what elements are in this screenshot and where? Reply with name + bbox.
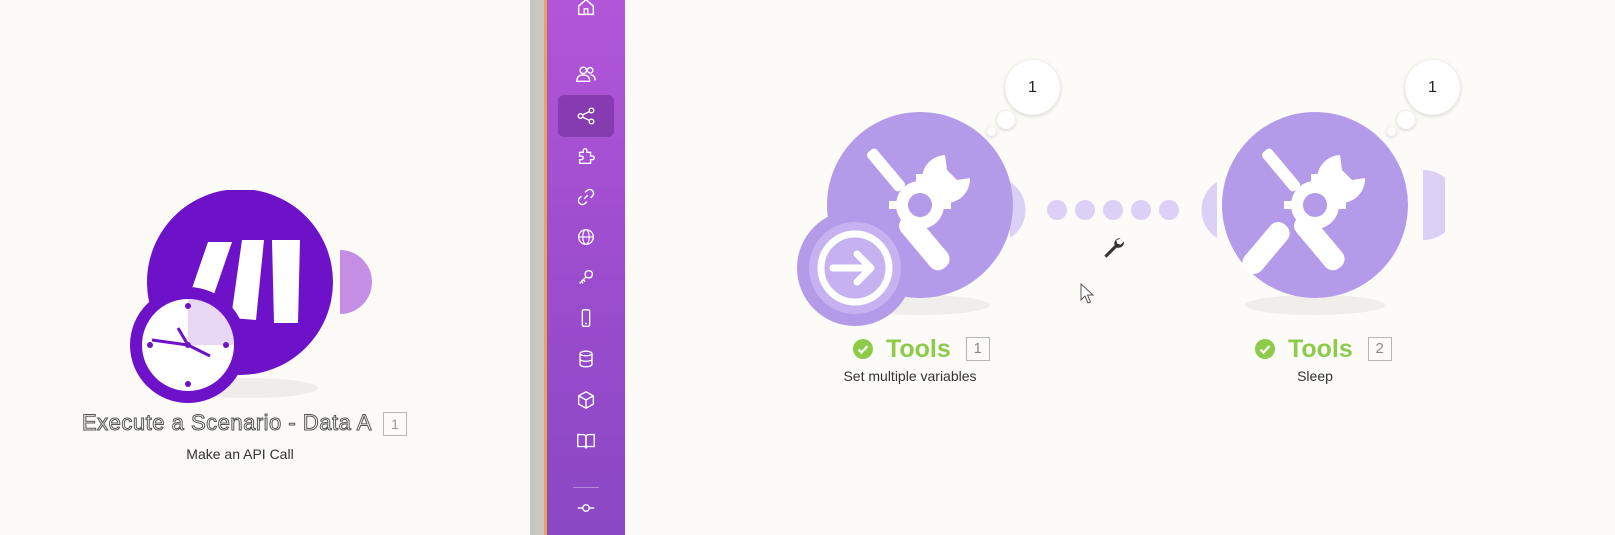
module-1-app-name: Tools (885, 334, 951, 363)
sidebar-item-team[interactable] (558, 55, 614, 93)
module-2-title[interactable]: Tools 2 (1255, 334, 1392, 364)
make-module[interactable] (130, 190, 380, 410)
sidebar-item-docs[interactable] (558, 422, 614, 460)
left-module-number: 1 (383, 412, 408, 437)
puzzle-icon (578, 148, 595, 165)
wrench-icon[interactable] (1100, 235, 1126, 261)
sidebar-item-keys[interactable] (558, 258, 614, 296)
sidebar-item-webhooks[interactable] (558, 218, 614, 256)
commit-icon (577, 504, 595, 512)
sidebar (547, 0, 625, 535)
module-2-app-name: Tools (1287, 334, 1353, 363)
left-module-title[interactable]: Execute a Scenario - Data A 1 (82, 410, 408, 437)
sidebar-item-scenarios[interactable] (558, 95, 614, 137)
key-icon (579, 269, 594, 284)
home-icon (577, 0, 595, 16)
sidebar-item-connections[interactable] (558, 178, 614, 216)
tools-module-2[interactable] (1215, 100, 1445, 330)
sidebar-item-commit[interactable] (558, 489, 614, 527)
success-check-icon (853, 339, 873, 360)
globe-icon (577, 228, 595, 246)
database-icon (579, 350, 593, 368)
panel-divider (530, 0, 545, 535)
operation-count-bubble-2[interactable]: 1 (1405, 60, 1460, 115)
bubble-dot (1387, 127, 1396, 136)
left-scenario-canvas[interactable]: Execute a Scenario - Data A 1 Make an AP… (0, 0, 530, 535)
bubble-dot (1397, 111, 1415, 129)
left-module-subtitle: Make an API Call (186, 446, 294, 462)
sidebar-separator (573, 487, 599, 488)
module-2-number: 2 (1367, 337, 1392, 362)
team-icon (576, 66, 596, 83)
mobile-icon (581, 309, 591, 327)
sidebar-item-apps[interactable] (558, 137, 614, 175)
book-icon (577, 433, 595, 449)
scenario-editor-canvas[interactable]: 1 Tools 1 Set multiple variables 1 Tools… (625, 0, 1615, 535)
left-module-title-text: Execute a Scenario - Data A (82, 410, 371, 436)
module-1-title[interactable]: Tools 1 (853, 334, 990, 364)
cursor-icon (1080, 283, 1095, 304)
module-2-subtitle: Sleep (1297, 368, 1333, 384)
sidebar-item-home[interactable] (558, 0, 614, 26)
module-1-number: 1 (965, 337, 990, 362)
bubble-dot (987, 127, 996, 136)
share-icon (577, 107, 595, 125)
link-icon (577, 188, 595, 206)
cube-icon (577, 390, 595, 410)
bubble-dot (997, 111, 1015, 129)
module-1-subtitle: Set multiple variables (843, 368, 977, 384)
success-check-icon (1255, 339, 1275, 360)
sidebar-item-datastores[interactable] (558, 340, 614, 378)
sidebar-item-devices[interactable] (558, 299, 614, 337)
operation-count-bubble-1[interactable]: 1 (1005, 60, 1060, 115)
sidebar-item-structures[interactable] (558, 381, 614, 419)
